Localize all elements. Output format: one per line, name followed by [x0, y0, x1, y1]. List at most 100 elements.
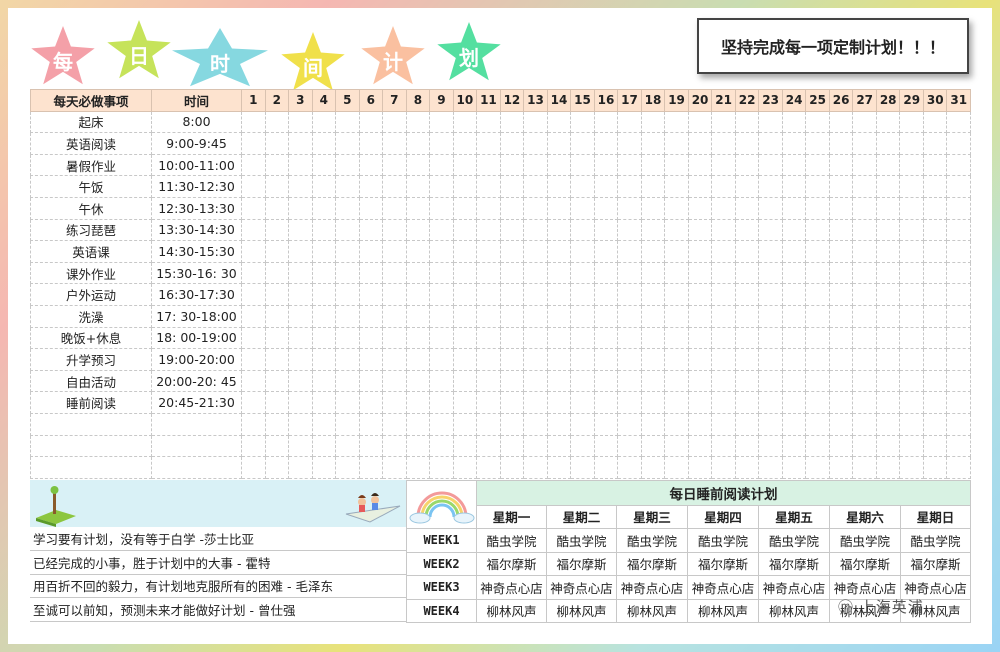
check-cell[interactable]	[405, 456, 431, 479]
check-cell[interactable]	[523, 391, 548, 414]
check-cell[interactable]	[405, 412, 431, 436]
check-cell[interactable]	[687, 348, 713, 371]
check-cell[interactable]	[593, 153, 619, 177]
check-cell[interactable]	[828, 175, 854, 198]
check-cell[interactable]	[523, 175, 548, 198]
check-cell[interactable]	[358, 261, 384, 285]
check-cell[interactable]	[335, 304, 360, 328]
check-cell[interactable]	[664, 261, 689, 285]
check-cell[interactable]	[358, 391, 384, 414]
check-cell[interactable]	[946, 348, 971, 371]
check-cell[interactable]	[664, 456, 689, 479]
check-cell[interactable]	[382, 132, 407, 155]
check-cell[interactable]	[499, 348, 525, 371]
check-cell[interactable]	[570, 326, 595, 350]
check-cell[interactable]	[711, 175, 736, 198]
check-cell[interactable]	[452, 391, 478, 414]
check-cell[interactable]	[781, 240, 807, 263]
check-cell[interactable]	[311, 348, 337, 371]
check-cell[interactable]	[335, 175, 360, 198]
check-cell[interactable]	[946, 218, 971, 242]
check-cell[interactable]	[593, 283, 619, 306]
check-cell[interactable]	[946, 175, 971, 198]
check-cell[interactable]	[617, 304, 642, 328]
check-cell[interactable]	[922, 261, 948, 285]
check-cell[interactable]	[499, 391, 525, 414]
check-cell[interactable]	[593, 391, 619, 414]
check-cell[interactable]	[358, 175, 384, 198]
check-cell[interactable]	[593, 412, 619, 436]
check-cell[interactable]	[946, 391, 971, 414]
check-cell[interactable]	[758, 196, 783, 220]
check-cell[interactable]	[358, 348, 384, 371]
check-cell[interactable]	[382, 261, 407, 285]
check-cell[interactable]	[429, 175, 454, 198]
check-cell[interactable]	[452, 218, 478, 242]
check-cell[interactable]	[852, 132, 877, 155]
check-cell[interactable]	[264, 456, 290, 479]
check-cell[interactable]	[546, 110, 572, 134]
check-cell[interactable]	[429, 132, 454, 155]
check-cell[interactable]	[617, 196, 642, 220]
check-cell[interactable]	[946, 304, 971, 328]
check-cell[interactable]	[852, 218, 877, 242]
check-cell[interactable]	[734, 283, 760, 306]
check-cell[interactable]	[593, 132, 619, 155]
check-cell[interactable]	[899, 304, 924, 328]
check-cell[interactable]	[640, 348, 666, 371]
check-cell[interactable]	[288, 304, 313, 328]
check-cell[interactable]	[499, 304, 525, 328]
check-cell[interactable]	[805, 348, 830, 371]
check-cell[interactable]	[264, 110, 290, 134]
check-cell[interactable]	[546, 240, 572, 263]
check-cell[interactable]	[405, 153, 431, 177]
check-cell[interactable]	[687, 196, 713, 220]
check-cell[interactable]	[358, 456, 384, 479]
check-cell[interactable]	[570, 412, 595, 436]
check-cell[interactable]	[499, 456, 525, 479]
check-cell[interactable]	[499, 434, 525, 458]
check-cell[interactable]	[311, 456, 337, 479]
check-cell[interactable]	[617, 175, 642, 198]
check-cell[interactable]	[570, 240, 595, 263]
check-cell[interactable]	[593, 110, 619, 134]
check-cell[interactable]	[288, 175, 313, 198]
check-cell[interactable]	[664, 283, 689, 306]
check-cell[interactable]	[476, 369, 501, 393]
check-cell[interactable]	[546, 369, 572, 393]
check-cell[interactable]	[805, 153, 830, 177]
check-cell[interactable]	[382, 304, 407, 328]
check-cell[interactable]	[946, 326, 971, 350]
check-cell[interactable]	[452, 434, 478, 458]
check-cell[interactable]	[687, 369, 713, 393]
check-cell[interactable]	[664, 153, 689, 177]
check-cell[interactable]	[640, 326, 666, 350]
check-cell[interactable]	[335, 456, 360, 479]
check-cell[interactable]	[476, 110, 501, 134]
check-cell[interactable]	[382, 412, 407, 436]
check-cell[interactable]	[264, 153, 290, 177]
check-cell[interactable]	[593, 175, 619, 198]
check-cell[interactable]	[781, 434, 807, 458]
check-cell[interactable]	[358, 153, 384, 177]
check-cell[interactable]	[617, 326, 642, 350]
check-cell[interactable]	[241, 261, 266, 285]
check-cell[interactable]	[711, 261, 736, 285]
check-cell[interactable]	[899, 348, 924, 371]
check-cell[interactable]	[241, 175, 266, 198]
check-cell[interactable]	[264, 132, 290, 155]
check-cell[interactable]	[899, 412, 924, 436]
check-cell[interactable]	[264, 304, 290, 328]
check-cell[interactable]	[499, 283, 525, 306]
check-cell[interactable]	[311, 412, 337, 436]
check-cell[interactable]	[828, 218, 854, 242]
check-cell[interactable]	[875, 240, 901, 263]
check-cell[interactable]	[875, 391, 901, 414]
check-cell[interactable]	[899, 283, 924, 306]
check-cell[interactable]	[476, 304, 501, 328]
check-cell[interactable]	[523, 434, 548, 458]
check-cell[interactable]	[758, 132, 783, 155]
check-cell[interactable]	[922, 369, 948, 393]
check-cell[interactable]	[805, 456, 830, 479]
check-cell[interactable]	[264, 196, 290, 220]
